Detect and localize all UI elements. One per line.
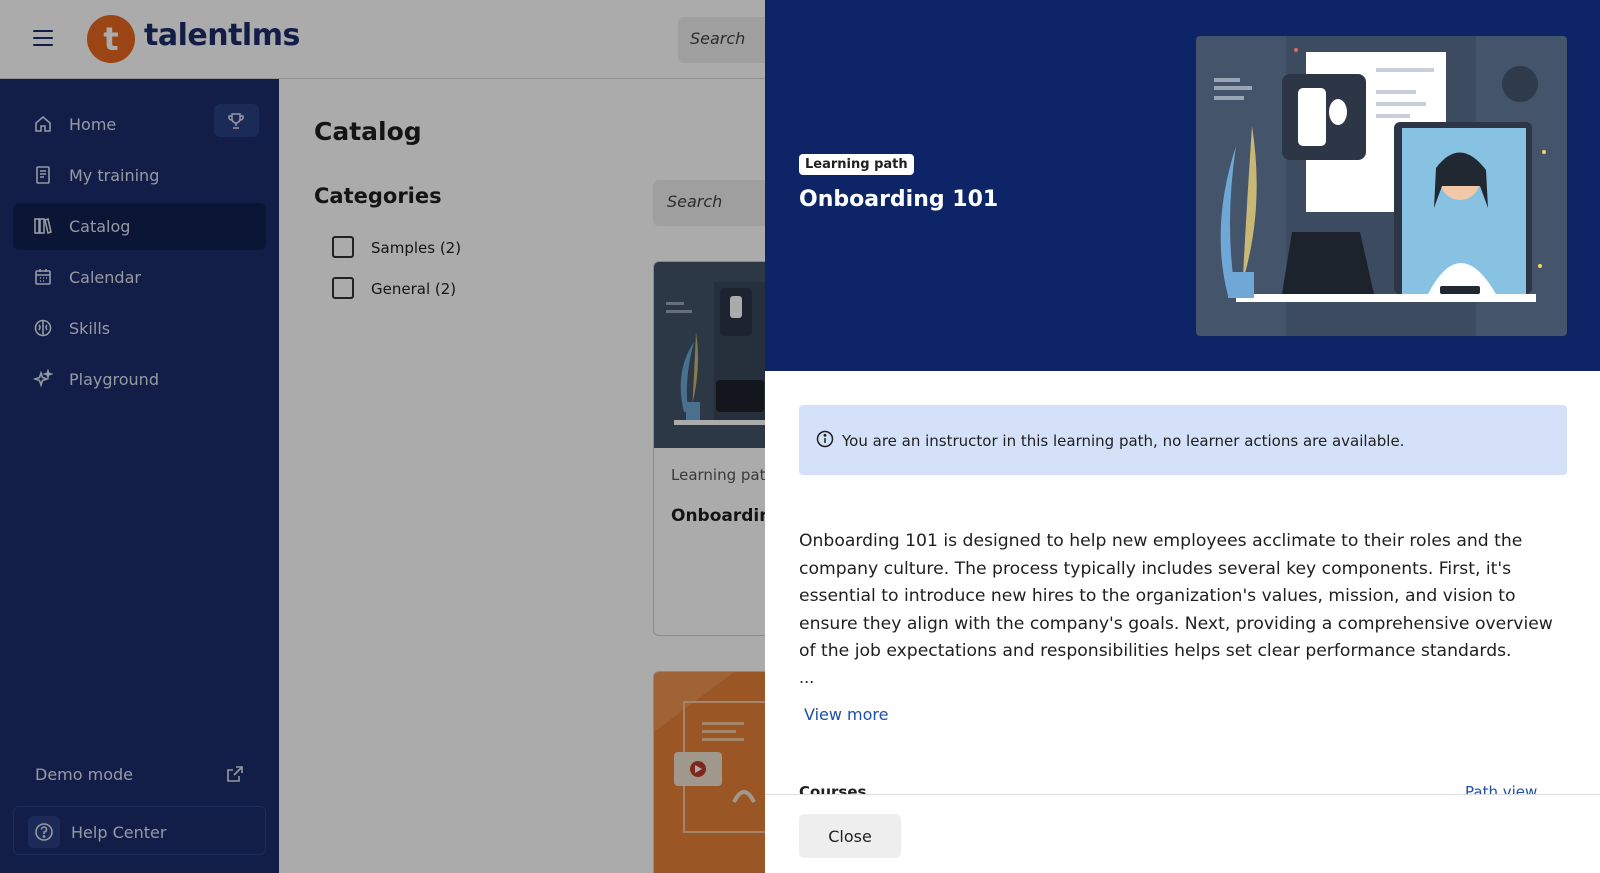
modal-backdrop[interactable] [0,0,765,873]
drawer-title: Onboarding 101 [799,187,999,212]
instructor-info-banner: You are an instructor in this learning p… [799,405,1567,475]
info-icon [816,430,834,448]
drawer-footer: Close [765,794,1600,873]
view-more-link[interactable]: View more [804,705,889,724]
hero-illustration [1196,36,1567,336]
description-ellipsis: ... [799,668,815,687]
learning-path-badge: Learning path [799,154,914,175]
close-button[interactable]: Close [799,814,901,858]
learning-path-description: Onboarding 101 is designed to help new e… [799,531,1553,661]
info-banner-text: You are an instructor in this learning p… [842,432,1405,450]
drawer-header: Learning path Onboarding 101 [765,0,1600,371]
learning-path-drawer: Learning path Onboarding 101 You are an … [765,0,1600,873]
